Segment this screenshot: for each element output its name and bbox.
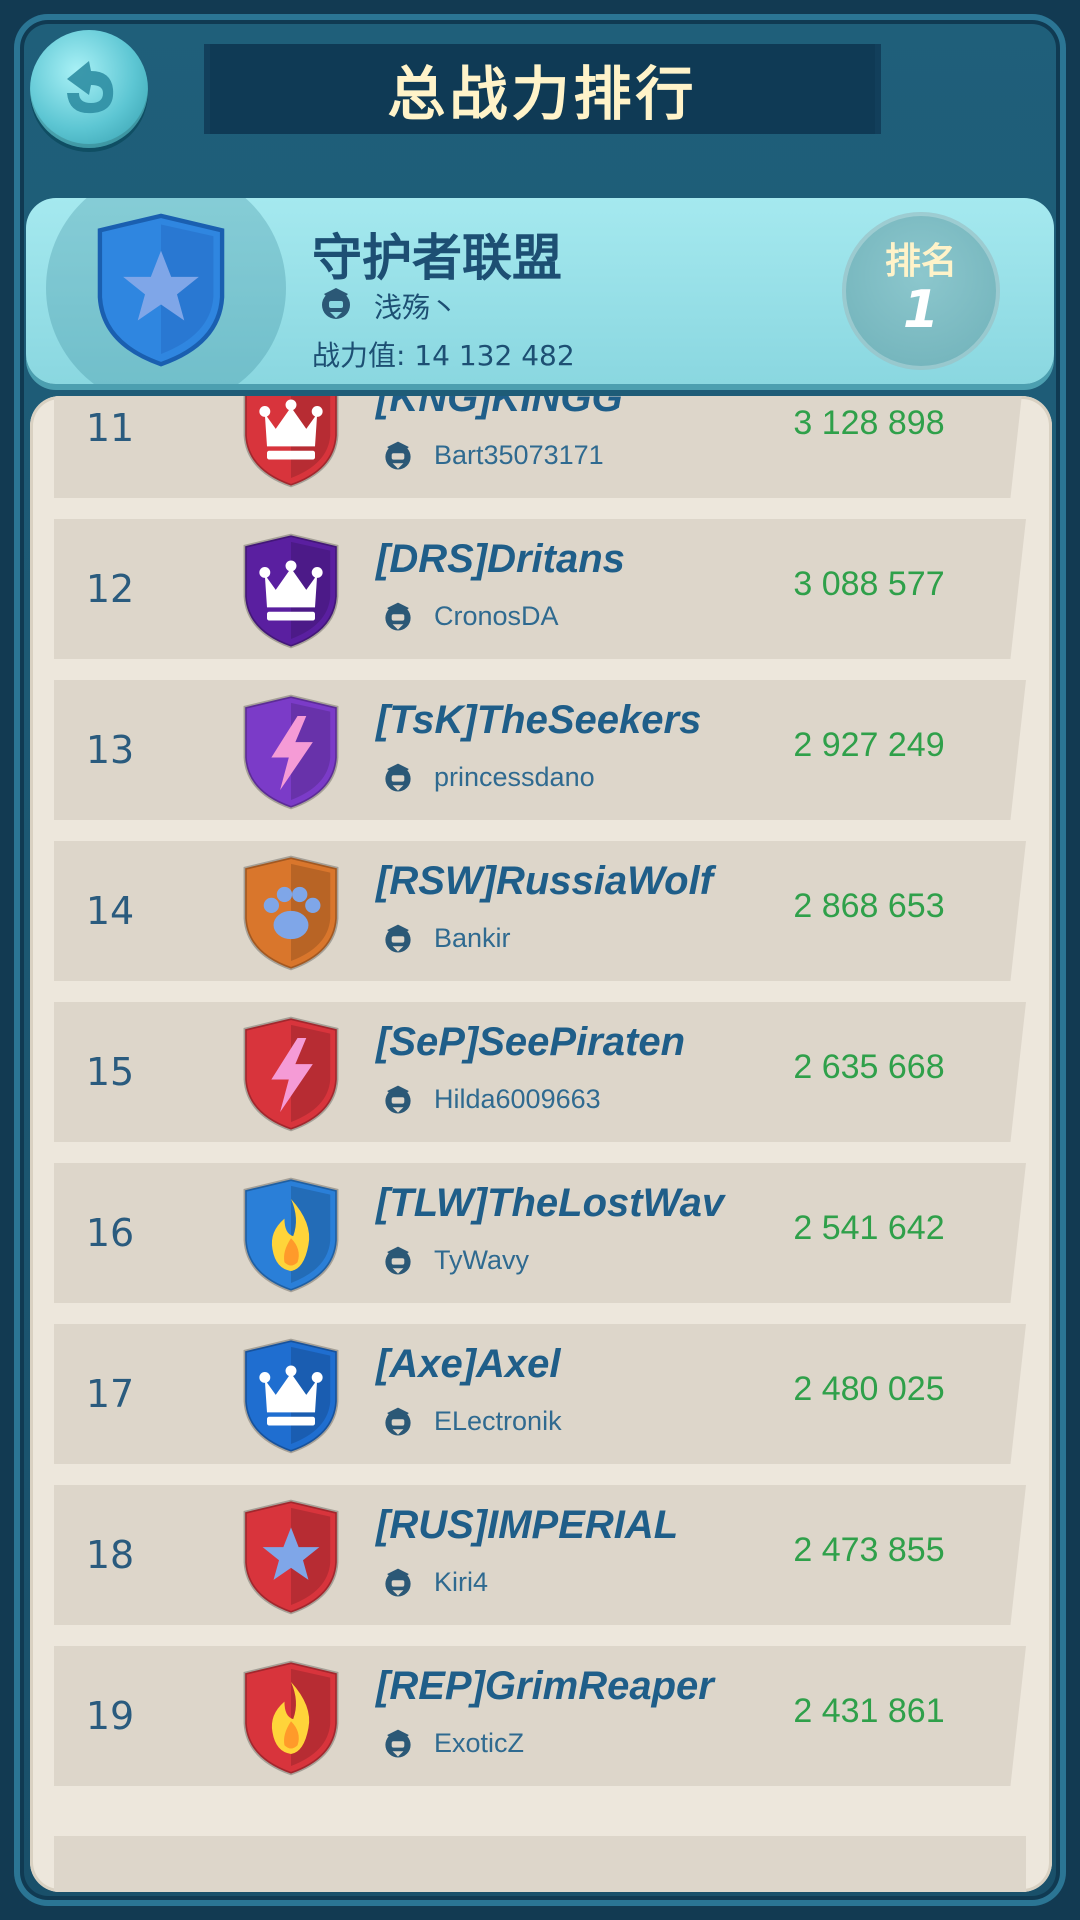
crown-shield-icon (243, 533, 339, 649)
paw-shield-icon (243, 855, 339, 971)
row-leader-name: Bart35073171 (434, 440, 604, 470)
row-leader-name: Kiri4 (434, 1567, 489, 1597)
row-guild-name: [TsK]TheSeekers (376, 698, 702, 742)
row-leader-name: CronosDA (434, 601, 559, 631)
partial-row (54, 1836, 1026, 1892)
row-power: 3 088 577 (793, 565, 945, 603)
my-guild-leader: 浅殇丶 (374, 291, 459, 324)
row-leader-name: TyWavy (434, 1245, 530, 1275)
row-rank: 18 (85, 1533, 135, 1577)
back-arrow-icon (67, 61, 114, 114)
crown-shield-icon (243, 1338, 339, 1454)
row-rank: 15 (85, 1050, 135, 1094)
row-power: 2 431 861 (793, 1692, 945, 1730)
star-shield-icon (243, 1499, 339, 1615)
crown-shield-icon (243, 396, 339, 488)
flame-shield-icon (243, 1660, 339, 1776)
rank-label: 排名 (884, 241, 957, 282)
row-guild-name: [TLW]TheLostWav (376, 1181, 725, 1225)
row-power: 2 868 653 (793, 887, 945, 925)
leader-helmet-icon (322, 288, 350, 319)
row-guild-name: [Axe]Axel (376, 1342, 561, 1386)
table-row[interactable]: 15 [SeP]SeePiraten Hilda6009663 2 635 66… (54, 1002, 1026, 1142)
row-guild-name: [RSW]RussiaWolf (376, 859, 714, 903)
lightning-shield-icon (243, 694, 339, 810)
row-power: 2 473 855 (793, 1531, 945, 1569)
table-row[interactable]: 12 [DRS]Dritans CronosDA 3 088 577 (54, 519, 1026, 659)
star-shield-icon (97, 213, 225, 367)
my-rank-badge: 排名 1 (842, 212, 1000, 370)
back-button[interactable] (30, 30, 148, 148)
row-leader-name: Hilda6009663 (434, 1084, 601, 1114)
row-guild-name: [REP]GrimReaper (376, 1664, 714, 1708)
title-bar: 总战力排行 (210, 44, 875, 134)
row-rank: 17 (85, 1372, 135, 1416)
row-guild-name: [SeP]SeePiraten (376, 1020, 686, 1064)
table-row[interactable]: 13 [TsK]TheSeekers princessdano 2 927 24… (54, 680, 1026, 820)
row-power: 2 635 668 (793, 1048, 945, 1086)
row-guild-name: [DRS]Dritans (376, 537, 625, 581)
table-row[interactable]: 18 [RUS]IMPERIAL Kiri4 2 473 855 (54, 1485, 1026, 1625)
row-leader-name: princessdano (434, 762, 595, 792)
row-rank: 19 (85, 1694, 135, 1738)
leader-helmet-icon (385, 924, 411, 953)
table-row[interactable]: 11 [KNG]KINGG Bart35073171 3 128 898 (54, 396, 1026, 498)
row-power: 2 541 642 (793, 1209, 945, 1247)
leader-helmet-icon (385, 1407, 411, 1436)
row-guild-name: [KNG]KINGG (376, 396, 623, 420)
leader-helmet-icon (385, 441, 411, 470)
leader-helmet-icon (385, 1246, 411, 1275)
leader-helmet-icon (385, 763, 411, 792)
leader-helmet-icon (385, 1729, 411, 1758)
row-rank: 11 (85, 406, 135, 450)
row-rank: 12 (85, 567, 135, 611)
table-row[interactable]: 16 [TLW]TheLostWav TyWavy 2 541 642 (54, 1163, 1026, 1303)
row-leader-name: ELectronik (434, 1406, 562, 1436)
ranking-list[interactable]: 11 [KNG]KINGG Bart35073171 3 128 898 12 (30, 396, 1052, 1892)
lightning-shield-icon (243, 1016, 339, 1132)
row-rank: 14 (85, 889, 135, 933)
my-guild-card[interactable]: 守护者联盟 浅殇丶 战力值: 14 132 482 排名 1 (26, 198, 1054, 384)
my-guild-power: 战力值: 14 132 482 (312, 339, 575, 372)
row-power: 2 927 249 (793, 726, 945, 764)
leader-helmet-icon (385, 1568, 411, 1597)
my-guild-name: 守护者联盟 (312, 229, 562, 287)
leader-helmet-icon (385, 602, 411, 631)
rank-value: 1 (902, 280, 940, 340)
page-title: 总战力排行 (387, 60, 698, 128)
flame-shield-icon (243, 1177, 339, 1293)
table-row[interactable]: 17 [Axe]Axel ELectronik 2 480 025 (54, 1324, 1026, 1464)
row-power: 2 480 025 (793, 1370, 945, 1408)
row-rank: 16 (85, 1211, 135, 1255)
row-leader-name: Bankir (434, 923, 511, 953)
table-row[interactable]: 14 [RSW]RussiaWolf Bankir 2 868 653 (54, 841, 1026, 981)
row-rank: 13 (85, 728, 135, 772)
leader-helmet-icon (385, 1085, 411, 1114)
row-guild-name: [RUS]IMPERIAL (376, 1503, 679, 1547)
row-power: 3 128 898 (793, 404, 945, 442)
table-row[interactable]: 19 [REP]GrimReaper ExoticZ 2 431 861 (54, 1646, 1026, 1786)
row-leader-name: ExoticZ (434, 1728, 525, 1758)
